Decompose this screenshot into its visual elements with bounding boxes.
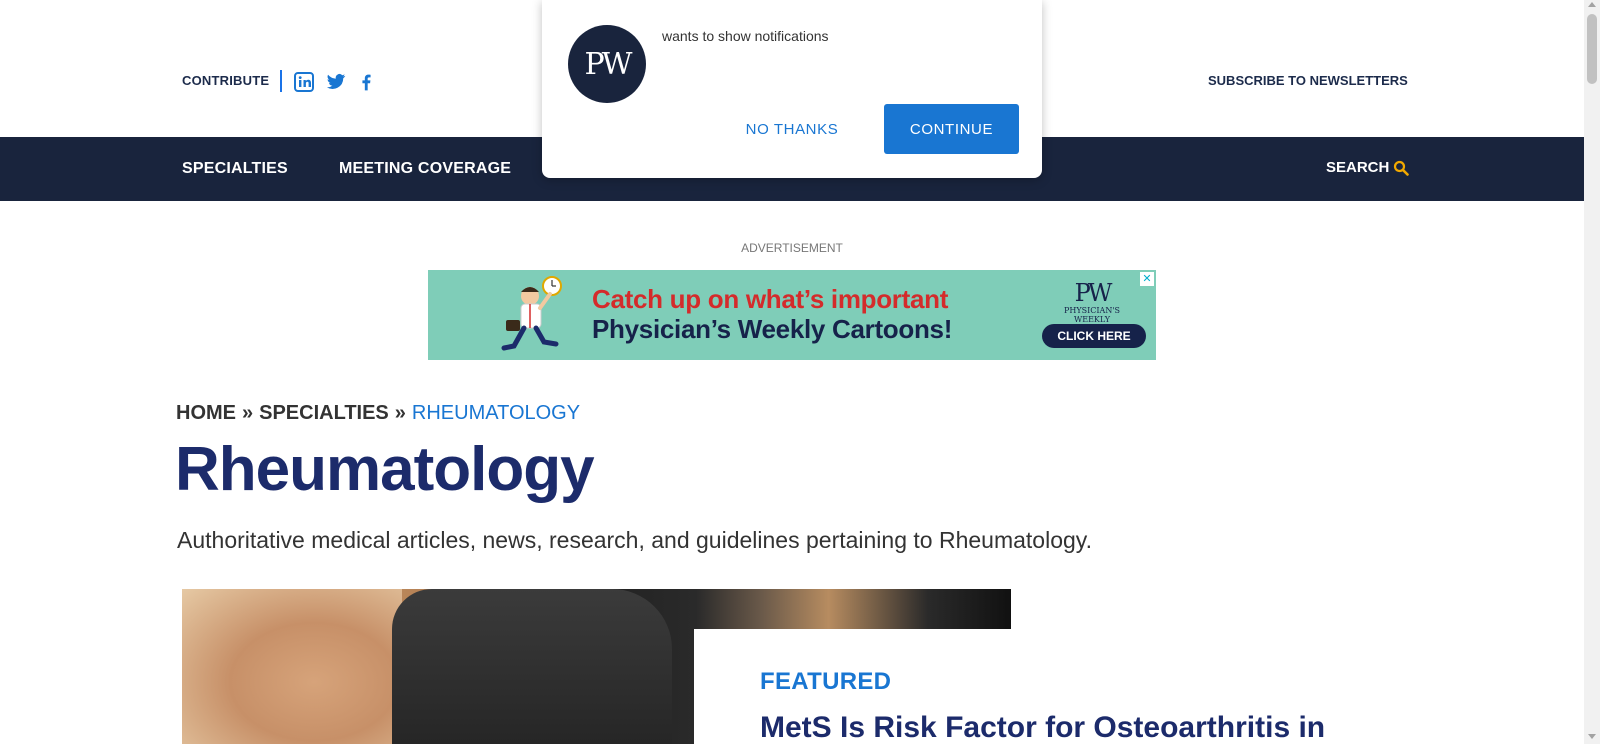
no-thanks-button[interactable]: NO THANKS [732, 104, 852, 154]
pw-logo: PW [568, 25, 646, 103]
scrollbar-thumb[interactable] [1587, 14, 1597, 84]
featured-image-skin [182, 589, 402, 744]
notification-permission-dialog: PW wants to show notifications NO THANKS… [542, 0, 1042, 178]
search-label: SEARCH [1326, 159, 1390, 176]
running-doctor-cartoon [501, 276, 562, 351]
ad-brand-mark: PW [1074, 279, 1113, 307]
nav-item-specialties[interactable]: SPECIALTIES [182, 160, 288, 178]
advertisement-banner[interactable]: ✕ Catch up on what’s important Physician… [428, 270, 1156, 360]
header-divider [280, 70, 282, 92]
breadcrumb-separator: » [242, 402, 254, 424]
scroll-up-arrow-icon[interactable] [1588, 2, 1596, 7]
ad-subheadline: Physician’s Weekly Cartoons! [592, 314, 953, 344]
continue-button[interactable]: CONTINUE [884, 104, 1019, 154]
ad-headline: Catch up on what’s important [592, 284, 949, 314]
notification-message: wants to show notifications [662, 28, 829, 44]
breadcrumb-specialties[interactable]: SPECIALTIES [259, 402, 389, 425]
search-button[interactable]: SEARCH [1326, 159, 1410, 176]
search-icon [1394, 160, 1410, 176]
featured-article-title[interactable]: MetS Is Risk Factor for Osteoarthritis i… [760, 711, 1325, 744]
page-description: Authoritative medical articles, news, re… [177, 527, 1092, 553]
ad-close-icon[interactable]: ✕ [1140, 272, 1154, 286]
contribute-link[interactable]: CONTRIBUTE [182, 73, 269, 88]
twitter-icon[interactable] [326, 72, 346, 92]
nav-item-meeting-coverage[interactable]: MEETING COVERAGE [339, 160, 511, 178]
featured-image-shirt [392, 589, 672, 744]
subscribe-newsletters-link[interactable]: SUBSCRIBE TO NEWSLETTERS [1208, 73, 1408, 88]
scroll-down-arrow-icon[interactable] [1588, 734, 1596, 739]
featured-label: FEATURED [760, 668, 892, 695]
ad-brand-name: PHYSICIAN'S WEEKLY [1063, 306, 1121, 324]
linkedin-icon[interactable] [294, 72, 314, 92]
breadcrumb-separator: » [394, 402, 406, 424]
advertisement-label: ADVERTISEMENT [741, 241, 843, 255]
ad-click-here-button[interactable]: CLICK HERE [1042, 324, 1146, 348]
breadcrumb-current: RHEUMATOLOGY [411, 402, 581, 424]
ad-brand-logo: PW PHYSICIAN'S WEEKLY [1048, 280, 1136, 324]
page-scrollbar[interactable] [1584, 0, 1600, 744]
facebook-icon[interactable] [356, 72, 376, 92]
page-title: Rheumatology [175, 435, 595, 504]
breadcrumb-home[interactable]: HOME [176, 402, 236, 425]
breadcrumb: HOME » SPECIALTIES » RHEUMATOLOGY [176, 402, 580, 425]
